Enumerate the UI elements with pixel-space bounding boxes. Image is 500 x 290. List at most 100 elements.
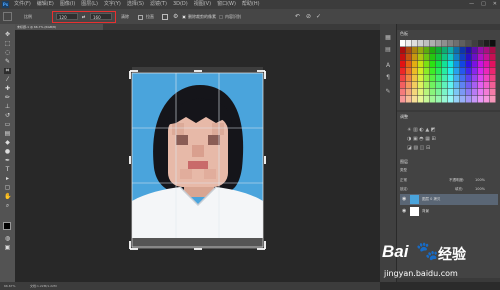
- color-swatch[interactable]: [460, 68, 466, 75]
- color-swatch[interactable]: [478, 68, 484, 75]
- color-swatch[interactable]: [424, 61, 430, 68]
- crop-frame[interactable]: [128, 64, 268, 254]
- color-swatch[interactable]: [466, 96, 472, 103]
- color-swatch[interactable]: [448, 89, 454, 96]
- color-swatch[interactable]: [430, 68, 436, 75]
- color-swatch[interactable]: [466, 75, 472, 82]
- color-swatch[interactable]: [472, 75, 478, 82]
- paragraph-icon[interactable]: ¶: [384, 74, 392, 81]
- color-swatch[interactable]: [454, 68, 460, 75]
- swatch-grid[interactable]: [400, 38, 498, 108]
- color-swatch[interactable]: [460, 61, 466, 68]
- color-swatch[interactable]: [418, 47, 424, 54]
- color-swatch[interactable]: [406, 54, 412, 61]
- layer-row-background[interactable]: ◉ 背景: [400, 206, 498, 217]
- color-swatch[interactable]: [472, 40, 478, 47]
- color-swatch[interactable]: [454, 47, 460, 54]
- color-swatch[interactable]: [460, 54, 466, 61]
- color-swatch[interactable]: [418, 96, 424, 103]
- color-swatch[interactable]: [466, 89, 472, 96]
- color-swatch[interactable]: [478, 82, 484, 89]
- blend-mode-select[interactable]: 正常: [400, 178, 407, 183]
- layers-title[interactable]: 图层: [400, 159, 408, 165]
- color-swatch[interactable]: [400, 75, 406, 82]
- color-swatch[interactable]: [454, 82, 460, 89]
- color-swatch[interactable]: [436, 82, 442, 89]
- color-swatch[interactable]: [424, 82, 430, 89]
- color-swatch[interactable]: [484, 47, 490, 54]
- color-swatch[interactable]: [406, 61, 412, 68]
- menu-layer[interactable]: 图层(L): [81, 0, 98, 9]
- type-tool-icon[interactable]: T: [4, 167, 11, 173]
- color-swatch[interactable]: [472, 89, 478, 96]
- color-swatch[interactable]: [484, 96, 490, 103]
- menu-type[interactable]: 文字(Y): [104, 0, 121, 9]
- color-swatch[interactable]: [400, 54, 406, 61]
- color-swatch[interactable]: [448, 47, 454, 54]
- menu-image[interactable]: 图像(I): [60, 0, 75, 9]
- color-swatch[interactable]: [478, 89, 484, 96]
- color-swatch[interactable]: [484, 54, 490, 61]
- color-swatch[interactable]: [406, 89, 412, 96]
- marquee-tool-icon[interactable]: ⬚: [4, 41, 11, 47]
- color-swatch[interactable]: [400, 96, 406, 103]
- layer-name[interactable]: 图层 0 拷贝: [422, 194, 440, 205]
- color-swatch[interactable]: [472, 68, 478, 75]
- color-swatch[interactable]: [472, 82, 478, 89]
- color-swatch[interactable]: [472, 54, 478, 61]
- color-swatch[interactable]: [436, 40, 442, 47]
- color-swatch[interactable]: [460, 89, 466, 96]
- color-swatch[interactable]: [412, 75, 418, 82]
- color-swatch[interactable]: [484, 40, 490, 47]
- color-swatch[interactable]: [400, 89, 406, 96]
- color-swatch[interactable]: [400, 68, 406, 75]
- eraser-tool-icon[interactable]: ▭: [4, 122, 11, 128]
- healing-tool-icon[interactable]: ✚: [4, 86, 11, 92]
- color-swatch[interactable]: [460, 82, 466, 89]
- color-swatch[interactable]: [490, 82, 496, 89]
- commit-icon[interactable]: ✓: [316, 13, 321, 20]
- color-swatch[interactable]: [430, 82, 436, 89]
- delete-pixels-checkbox[interactable]: [182, 15, 186, 19]
- color-swatch[interactable]: [484, 61, 490, 68]
- color-swatch[interactable]: [442, 89, 448, 96]
- color-swatch[interactable]: [424, 75, 430, 82]
- color-swatch[interactable]: [490, 61, 496, 68]
- color-swatch[interactable]: [412, 40, 418, 47]
- zoom-level[interactable]: 66.67%: [4, 282, 15, 290]
- color-swatch[interactable]: [412, 61, 418, 68]
- color-swatch[interactable]: [490, 54, 496, 61]
- color-swatch[interactable]: [472, 96, 478, 103]
- menu-view[interactable]: 视图(V): [194, 0, 211, 9]
- color-swatch[interactable]: [466, 54, 472, 61]
- color-swatch[interactable]: [466, 47, 472, 54]
- color-swatch[interactable]: [460, 47, 466, 54]
- menu-window[interactable]: 窗口(W): [217, 0, 236, 9]
- color-swatch[interactable]: [454, 54, 460, 61]
- layer-row-copy[interactable]: ◉ 图层 0 拷贝: [400, 194, 498, 205]
- color-swatch[interactable]: [430, 96, 436, 103]
- color-swatch[interactable]: [466, 68, 472, 75]
- color-swatch[interactable]: [412, 54, 418, 61]
- color-swatch[interactable]: [400, 61, 406, 68]
- maximize-icon[interactable]: □: [481, 0, 486, 9]
- clear-button[interactable]: 清除: [121, 13, 129, 20]
- color-swatch[interactable]: [406, 82, 412, 89]
- color-swatch[interactable]: [460, 75, 466, 82]
- color-swatch[interactable]: [478, 61, 484, 68]
- color-swatch[interactable]: [478, 96, 484, 103]
- color-swatch[interactable]: [478, 47, 484, 54]
- color-swatch[interactable]: [424, 54, 430, 61]
- adjustment-icons[interactable]: ☀ ▥ ◐ ▲ ◩ ◑ ▣ ◓ ▦ ⊞ ◪ ▨ ◫ ⊟: [407, 126, 487, 152]
- color-swatch[interactable]: [400, 47, 406, 54]
- color-swatch[interactable]: [466, 61, 472, 68]
- straighten-button[interactable]: 拉直: [146, 13, 154, 20]
- color-swatch[interactable]: [490, 96, 496, 103]
- color-swatch[interactable]: [418, 54, 424, 61]
- color-swatch[interactable]: [478, 75, 484, 82]
- color-swatch[interactable]: [490, 68, 496, 75]
- straighten-icon[interactable]: [138, 15, 143, 20]
- menu-filter[interactable]: 滤镜(T): [150, 0, 167, 9]
- menu-edit[interactable]: 编辑(E): [37, 0, 54, 9]
- color-swatch[interactable]: [436, 89, 442, 96]
